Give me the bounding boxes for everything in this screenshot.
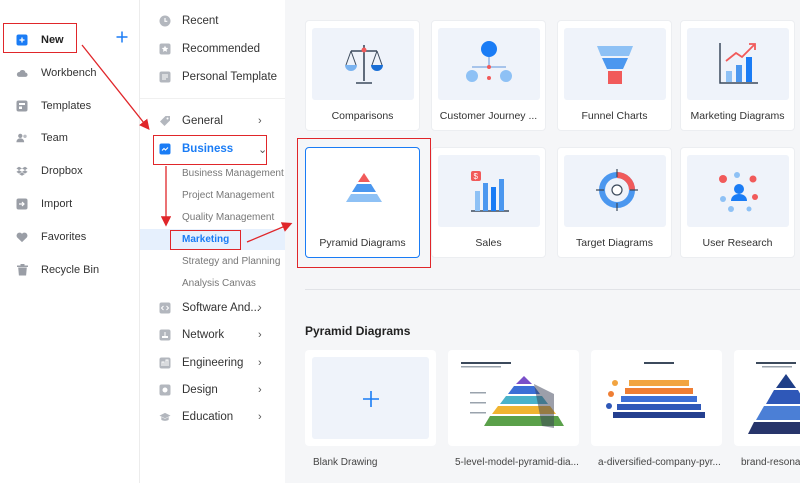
annotation-arrows: [81, 44, 293, 243]
